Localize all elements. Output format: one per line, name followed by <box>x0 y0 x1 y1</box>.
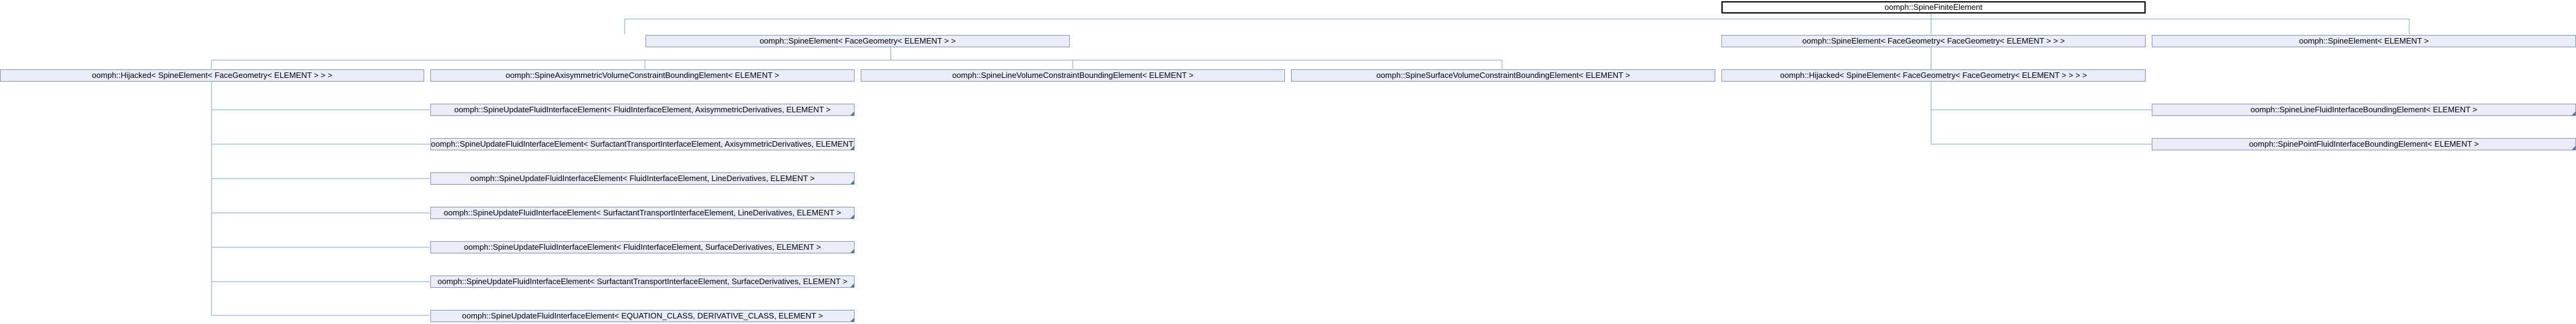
node-spine-axisymmetric-volume-constraint[interactable]: oomph::SpineAxisymmetricVolumeConstraint… <box>430 69 855 82</box>
node-label: oomph::SpineUpdateFluidInterfaceElement<… <box>462 311 823 320</box>
edge-spineelement-facefacegeometry-to-children <box>1930 47 2152 145</box>
node-spine-point-fluid-interface-bounding[interactable]: oomph::SpinePointFluidInterfaceBoundingE… <box>2152 138 2576 150</box>
node-spine-line-fluid-interface-bounding[interactable]: oomph::SpineLineFluidInterfaceBoundingEl… <box>2152 104 2576 116</box>
edge-hijacked-to-update-elements <box>211 82 430 316</box>
node-label: oomph::Hijacked< SpineElement< FaceGeome… <box>91 71 333 80</box>
node-update-fluid-line[interactable]: oomph::SpineUpdateFluidInterfaceElement<… <box>430 172 855 185</box>
node-label: oomph::SpineLineVolumeConstraintBounding… <box>952 71 1194 80</box>
node-label: oomph::SpineSurfaceVolumeConstraintBound… <box>1376 71 1630 80</box>
node-hijacked-spine-element-face-face-geometry[interactable]: oomph::Hijacked< SpineElement< FaceGeome… <box>1721 69 2146 82</box>
node-label: oomph::SpineLineFluidInterfaceBoundingEl… <box>2250 105 2477 114</box>
node-label: oomph::SpinePointFluidInterfaceBoundingE… <box>2249 139 2479 148</box>
node-update-surfactant-line[interactable]: oomph::SpineUpdateFluidInterfaceElement<… <box>430 207 855 219</box>
node-label: oomph::SpineElement< FaceGeometry< FaceG… <box>1802 36 2065 45</box>
node-label: oomph::SpineUpdateFluidInterfaceElement<… <box>431 139 855 148</box>
node-spine-element-face-geometry[interactable]: oomph::SpineElement< FaceGeometry< ELEME… <box>646 35 1070 47</box>
node-label: oomph::SpineUpdateFluidInterfaceElement<… <box>470 174 815 183</box>
node-spine-element-face-face-geometry[interactable]: oomph::SpineElement< FaceGeometry< FaceG… <box>1721 35 2146 47</box>
node-label: oomph::SpineUpdateFluidInterfaceElement<… <box>437 277 848 286</box>
node-update-surfactant-surface[interactable]: oomph::SpineUpdateFluidInterfaceElement<… <box>430 276 855 288</box>
inheritance-edges <box>211 13 2410 316</box>
node-label: oomph::SpineElement< FaceGeometry< ELEME… <box>760 36 956 45</box>
node-label: oomph::SpineUpdateFluidInterfaceElement<… <box>463 242 821 252</box>
node-label: oomph::SpineElement< ELEMENT > <box>2299 36 2429 45</box>
edge-root-to-level1 <box>624 13 2410 34</box>
node-update-fluid-surface[interactable]: oomph::SpineUpdateFluidInterfaceElement<… <box>430 241 855 253</box>
node-label: oomph::SpineUpdateFluidInterfaceElement<… <box>454 105 831 114</box>
node-label: oomph::Hijacked< SpineElement< FaceGeome… <box>1780 71 2087 80</box>
node-label: oomph::SpineUpdateFluidInterfaceElement<… <box>443 208 842 217</box>
node-spine-finite-element[interactable]: oomph::SpineFiniteElement <box>1721 1 2146 14</box>
node-update-fluid-axisymmetric[interactable]: oomph::SpineUpdateFluidInterfaceElement<… <box>430 104 855 116</box>
node-label: oomph::SpineFiniteElement <box>1884 2 1983 12</box>
node-spine-element[interactable]: oomph::SpineElement< ELEMENT > <box>2152 35 2576 47</box>
edge-spineelement-facegeometry-to-children <box>211 47 1503 69</box>
node-spine-line-volume-constraint[interactable]: oomph::SpineLineVolumeConstraintBounding… <box>861 69 1285 82</box>
node-spine-surface-volume-constraint[interactable]: oomph::SpineSurfaceVolumeConstraintBound… <box>1291 69 1715 82</box>
node-hijacked-spine-element-face-geometry[interactable]: oomph::Hijacked< SpineElement< FaceGeome… <box>0 69 424 82</box>
node-update-surfactant-axisymmetric[interactable]: oomph::SpineUpdateFluidInterfaceElement<… <box>430 138 855 150</box>
node-update-equation-class[interactable]: oomph::SpineUpdateFluidInterfaceElement<… <box>430 310 855 322</box>
node-label: oomph::SpineAxisymmetricVolumeConstraint… <box>505 71 780 80</box>
